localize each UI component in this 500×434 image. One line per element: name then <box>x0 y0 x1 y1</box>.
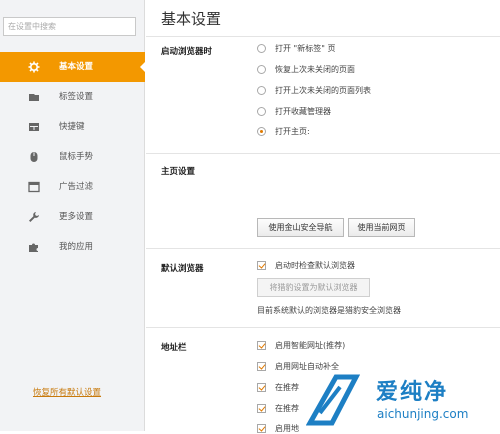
startup-section-label: 启动浏览器时 <box>161 47 213 57</box>
radio-button-selected[interactable] <box>257 127 266 136</box>
option-label: 打开收藏管理器 <box>275 107 331 116</box>
tab-icon <box>29 94 39 101</box>
option-label: 恢复上次未关闭的页面 <box>275 65 355 74</box>
sidebar-item-mouse-gestures[interactable]: 鼠标手势 <box>0 142 145 172</box>
option-label: 在推荐 <box>275 404 299 413</box>
section-divider <box>146 248 500 249</box>
watermark-logo-icon <box>306 374 360 426</box>
option-label: 启用智能网址(推荐) <box>275 341 346 350</box>
radio-button[interactable] <box>257 86 266 95</box>
use-current-page-button[interactable]: 使用当前网页 <box>348 218 415 237</box>
option-label: 在推荐 <box>275 383 299 392</box>
sidebar-nav: 基本设置 标签设置 快捷键 鼠标手势 广告过滤 更多设置 我的应用 <box>0 52 146 262</box>
mouse-icon <box>30 152 38 162</box>
sidebar-item-shortcuts[interactable]: 快捷键 <box>0 112 145 142</box>
restore-defaults-link[interactable]: 恢复所有默认设置 <box>33 386 101 398</box>
checkbox[interactable] <box>257 341 266 350</box>
sidebar-item-my-apps[interactable]: 我的应用 <box>0 232 145 262</box>
title-divider <box>146 36 500 37</box>
sidebar-item-label: 我的应用 <box>59 242 94 252</box>
radio-button[interactable] <box>257 44 266 53</box>
sidebar-item-label: 广告过滤 <box>59 182 94 192</box>
keyboard-icon <box>29 123 39 131</box>
radio-button[interactable] <box>257 65 266 74</box>
checkbox[interactable] <box>257 383 266 392</box>
set-default-browser-button[interactable]: 将猎豹设置为默认浏览器 <box>257 278 370 297</box>
sidebar: 基本设置 标签设置 快捷键 鼠标手势 <box>0 0 146 431</box>
watermark-url: aichunjing.com <box>377 407 469 421</box>
sidebar-item-label: 鼠标手势 <box>59 152 94 162</box>
option-label: 启用地 <box>275 424 299 433</box>
option-label: 打开 "新标签" 页 <box>275 44 336 53</box>
checkbox[interactable] <box>257 261 266 270</box>
radio-button[interactable] <box>257 107 266 116</box>
checkbox[interactable] <box>257 362 266 371</box>
startup-option-bookmarks-manager[interactable]: 打开收藏管理器 <box>257 106 331 117</box>
checkbox[interactable] <box>257 424 266 433</box>
sidebar-item-tab-settings[interactable]: 标签设置 <box>0 82 145 112</box>
option-label: 打开主页: <box>275 127 310 136</box>
startup-option-restore-list[interactable]: 打开上次未关闭的页面列表 <box>257 85 371 96</box>
sidebar-item-label: 快捷键 <box>59 122 85 132</box>
address-bar-option-smart-url[interactable]: 启用智能网址(推荐) <box>257 340 345 351</box>
startup-option-restore-pages[interactable]: 恢复上次未关闭的页面 <box>257 64 355 75</box>
option-label: 启动时检查默认浏览器 <box>275 261 355 270</box>
settings-main: 基本设置 启动浏览器时 打开 "新标签" 页 恢复上次未关闭的页面 打开上次未关… <box>146 0 500 434</box>
option-label: 启用网址自动补全 <box>275 362 339 371</box>
puzzle-icon <box>29 243 38 252</box>
sidebar-item-label: 更多设置 <box>59 212 94 222</box>
address-bar-section-label: 地址栏 <box>161 343 187 353</box>
sidebar-item-more-settings[interactable]: 更多设置 <box>0 202 145 232</box>
default-browser-status: 目前系统默认的浏览器是猎豹安全浏览器 <box>257 306 401 315</box>
page-title: 基本设置 <box>161 10 222 28</box>
startup-option-new-tab[interactable]: 打开 "新标签" 页 <box>257 43 335 54</box>
default-browser-section-label: 默认浏览器 <box>161 264 204 274</box>
wrench-icon <box>29 212 39 222</box>
section-divider <box>146 153 500 154</box>
watermark-text: 爱纯净 <box>376 380 449 405</box>
checkbox[interactable] <box>257 404 266 413</box>
homepage-section-label: 主页设置 <box>161 167 196 177</box>
gear-icon <box>28 61 40 73</box>
option-label: 打开上次未关闭的页面列表 <box>275 86 371 95</box>
window-icon <box>28 181 40 193</box>
sidebar-item-label: 基本设置 <box>59 62 94 72</box>
use-safe-nav-button[interactable]: 使用金山安全导航 <box>257 218 344 237</box>
sidebar-item-basic-settings[interactable]: 基本设置 <box>0 52 146 82</box>
address-bar-option-recommend-1[interactable]: 在推荐 <box>257 382 299 393</box>
sidebar-item-ad-filter[interactable]: 广告过滤 <box>0 172 145 202</box>
section-divider <box>146 327 500 328</box>
sidebar-item-label: 标签设置 <box>59 92 94 102</box>
address-bar-option-enable[interactable]: 启用地 <box>257 423 299 434</box>
address-bar-option-autocomplete[interactable]: 启用网址自动补全 <box>257 361 339 372</box>
address-bar-option-recommend-2[interactable]: 在推荐 <box>257 403 299 414</box>
check-default-browser-option[interactable]: 启动时检查默认浏览器 <box>257 260 355 271</box>
settings-search-input[interactable] <box>3 17 136 36</box>
startup-option-homepage[interactable]: 打开主页: <box>257 126 310 137</box>
